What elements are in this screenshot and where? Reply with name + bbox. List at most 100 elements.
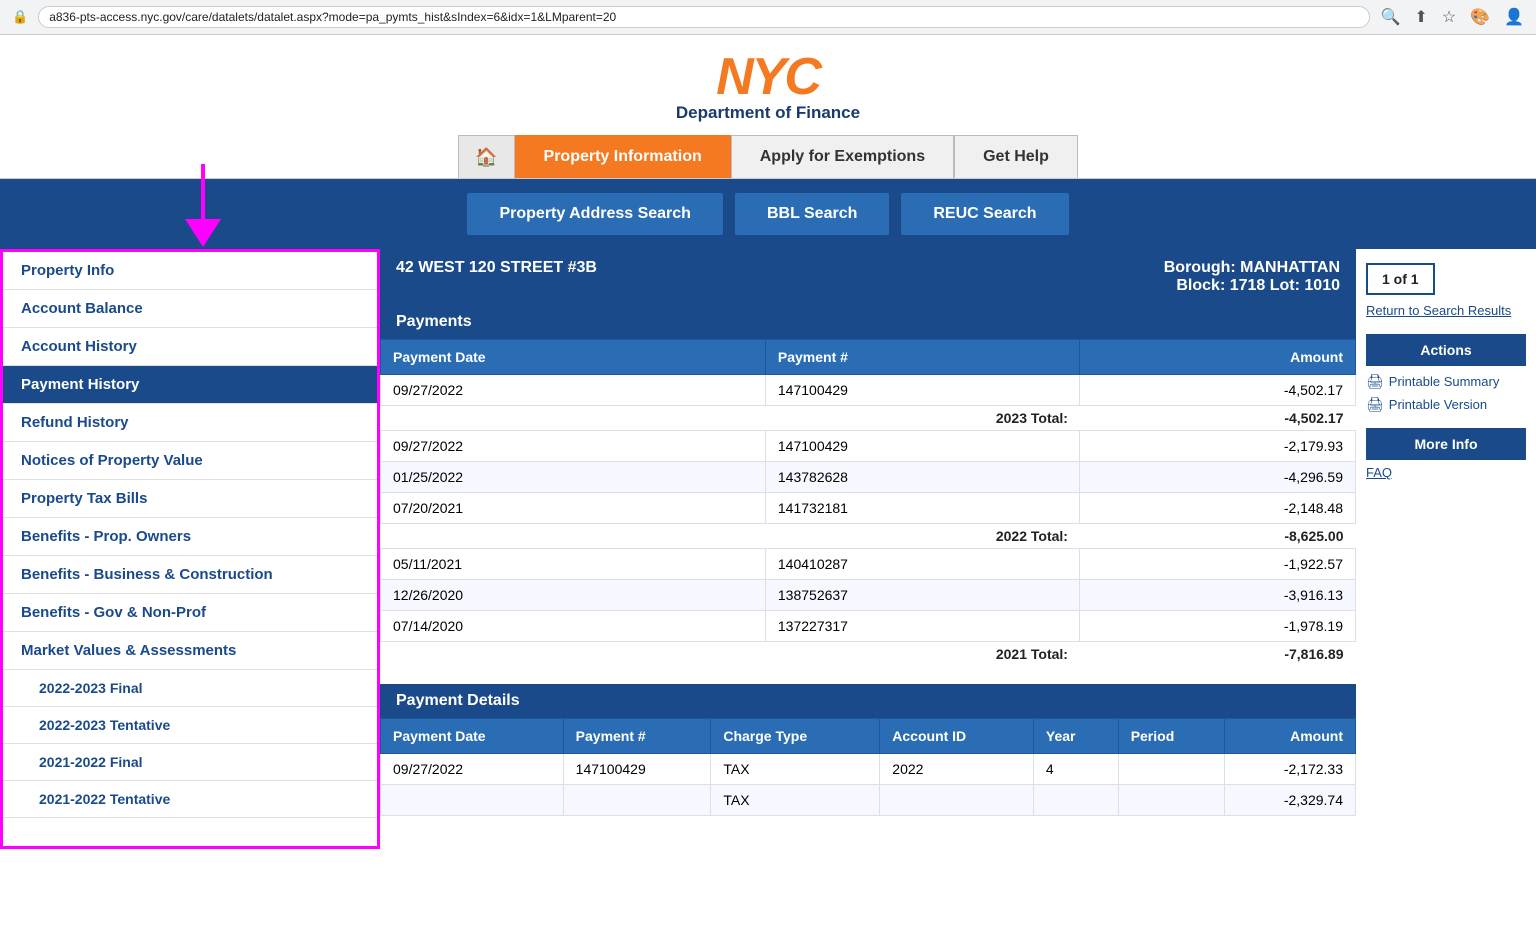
col-pd-charge-type: Charge Type: [711, 719, 880, 754]
pagination: 1 of 1: [1366, 263, 1435, 295]
total-row-2022: 2022 Total: -8,625.00: [381, 524, 1356, 549]
sidebar-item-refund-history[interactable]: Refund History: [3, 404, 377, 442]
sidebar-item-2021-2022-tentative[interactable]: 2021-2022 Tentative: [3, 781, 377, 818]
col-payment-date: Payment Date: [381, 340, 766, 375]
payment-amount: -4,502.17: [1080, 375, 1356, 406]
payment-amount: -3,916.13: [1080, 580, 1356, 611]
more-info-box: More Info: [1366, 428, 1526, 460]
nav-tabs: 🏠 Property Information Apply for Exempti…: [0, 135, 1536, 179]
table-row: 05/11/2021 140410287 -1,922.57: [381, 549, 1356, 580]
payment-amount: -4,296.59: [1080, 462, 1356, 493]
sidebar-item-benefits-business-construction[interactable]: Benefits - Business & Construction: [3, 556, 377, 594]
nyc-logo-text: NYC: [676, 51, 860, 103]
payments-table: Payment Date Payment # Amount 09/27/2022…: [380, 339, 1356, 666]
sidebar-item-property-tax-bills[interactable]: Property Tax Bills: [3, 480, 377, 518]
content-area: 42 WEST 120 STREET #3B Borough: MANHATTA…: [380, 249, 1356, 849]
browser-bar: 🔒 a836-pts-access.nyc.gov/care/datalets/…: [0, 0, 1536, 35]
sidebar-item-benefits-gov-non-prof[interactable]: Benefits - Gov & Non-Prof: [3, 594, 377, 632]
sidebar-item-2021-2022-final[interactable]: 2021-2022 Final: [3, 744, 377, 781]
payment-number: 141732181: [765, 493, 1080, 524]
payment-amount: -2,179.93: [1080, 431, 1356, 462]
payment-number: 147100429: [765, 431, 1080, 462]
property-address: 42 WEST 120 STREET #3B: [396, 259, 597, 295]
dept-name: Department of Finance: [676, 103, 860, 123]
payment-details-table: Payment Date Payment # Charge Type Accou…: [380, 718, 1356, 816]
total-row-2023: 2023 Total: -4,502.17: [381, 406, 1356, 431]
nyc-logo: NYC Department of Finance: [676, 51, 860, 123]
pd-charge-type: TAX: [711, 785, 880, 816]
tab-apply-exemptions[interactable]: Apply for Exemptions: [731, 135, 954, 178]
main-layout: Property Info Account Balance Account Hi…: [0, 249, 1536, 849]
payment-number: 140410287: [765, 549, 1080, 580]
sidebar-item-2022-2023-final[interactable]: 2022-2023 Final: [3, 670, 377, 707]
sidebar-item-market-values-assessments[interactable]: Market Values & Assessments: [3, 632, 377, 670]
payment-number: 137227317: [765, 611, 1080, 642]
payment-number: 147100429: [765, 375, 1080, 406]
pd-number: [563, 785, 711, 816]
sidebar-item-account-history[interactable]: Account History: [3, 328, 377, 366]
payment-amount: -1,922.57: [1080, 549, 1356, 580]
property-address-search-button[interactable]: Property Address Search: [467, 193, 722, 235]
col-pd-period: Period: [1118, 719, 1225, 754]
property-header: 42 WEST 120 STREET #3B Borough: MANHATTA…: [380, 249, 1356, 305]
total-amount: -8,625.00: [1080, 524, 1356, 549]
profile-icon[interactable]: 👤: [1504, 7, 1524, 27]
payment-number: 143782628: [765, 462, 1080, 493]
pd-charge-type: TAX: [711, 754, 880, 785]
sidebar: Property Info Account Balance Account Hi…: [0, 249, 380, 849]
search-icon[interactable]: 🔍: [1380, 7, 1400, 27]
payment-amount: -1,978.19: [1080, 611, 1356, 642]
lock-icon: 🔒: [12, 9, 28, 25]
home-button[interactable]: 🏠: [458, 135, 514, 178]
printable-version-label: Printable Version: [1389, 397, 1487, 412]
pd-period: [1118, 785, 1225, 816]
url-bar[interactable]: a836-pts-access.nyc.gov/care/datalets/da…: [38, 6, 1370, 28]
pd-number: 147100429: [563, 754, 711, 785]
tab-get-help[interactable]: Get Help: [954, 135, 1078, 178]
print-summary-icon: 🖨: [1366, 373, 1384, 390]
col-pd-account-id: Account ID: [880, 719, 1034, 754]
search-bar: Property Address Search BBL Search REUC …: [0, 179, 1536, 249]
pd-date: 09/27/2022: [381, 754, 564, 785]
payment-date: 09/27/2022: [381, 431, 766, 462]
col-payment-number: Payment #: [765, 340, 1080, 375]
printable-version-link[interactable]: 🖨 Printable Version: [1366, 393, 1526, 416]
payment-date: 05/11/2021: [381, 549, 766, 580]
sidebar-item-benefits-prop-owners[interactable]: Benefits - Prop. Owners: [3, 518, 377, 556]
table-row: 12/26/2020 138752637 -3,916.13: [381, 580, 1356, 611]
total-label: 2023 Total:: [765, 406, 1080, 431]
table-row: 09/27/2022 147100429 -4,502.17: [381, 375, 1356, 406]
total-amount: -4,502.17: [1080, 406, 1356, 431]
sidebar-item-property-info[interactable]: Property Info: [3, 252, 377, 290]
pd-amount: -2,329.74: [1225, 785, 1356, 816]
sidebar-item-payment-history[interactable]: Payment History: [3, 366, 377, 404]
sidebar-item-2022-2023-tentative[interactable]: 2022-2023 Tentative: [3, 707, 377, 744]
bookmark-icon[interactable]: ☆: [1442, 7, 1456, 27]
sidebar-item-notices-property-value[interactable]: Notices of Property Value: [3, 442, 377, 480]
total-amount: -7,816.89: [1080, 642, 1356, 667]
return-to-search-link[interactable]: Return to Search Results: [1366, 303, 1526, 318]
pd-account-id: 2022: [880, 754, 1034, 785]
reuc-search-button[interactable]: REUC Search: [901, 193, 1068, 235]
payment-amount: -2,148.48: [1080, 493, 1356, 524]
payment-date: 07/14/2020: [381, 611, 766, 642]
col-pd-date: Payment Date: [381, 719, 564, 754]
payment-date: 09/27/2022: [381, 375, 766, 406]
payments-section-header: Payments: [380, 305, 1356, 339]
col-pd-number: Payment #: [563, 719, 711, 754]
share-icon[interactable]: ⬆: [1414, 7, 1427, 27]
pd-year: [1033, 785, 1118, 816]
table-row: 09/27/2022 147100429 TAX 2022 4 -2,172.3…: [381, 754, 1356, 785]
property-borough: Borough: MANHATTAN: [1164, 259, 1340, 277]
tab-property-information[interactable]: Property Information: [515, 135, 731, 178]
total-label: 2021 Total:: [765, 642, 1080, 667]
printable-summary-link[interactable]: 🖨 Printable Summary: [1366, 370, 1526, 393]
sidebar-item-account-balance[interactable]: Account Balance: [3, 290, 377, 328]
bbl-search-button[interactable]: BBL Search: [735, 193, 889, 235]
payment-date: 12/26/2020: [381, 580, 766, 611]
table-row: 07/20/2021 141732181 -2,148.48: [381, 493, 1356, 524]
table-row: 09/27/2022 147100429 -2,179.93: [381, 431, 1356, 462]
property-block-lot: Block: 1718 Lot: 1010: [1164, 277, 1340, 295]
col-amount: Amount: [1080, 340, 1356, 375]
faq-link[interactable]: FAQ: [1366, 465, 1392, 480]
